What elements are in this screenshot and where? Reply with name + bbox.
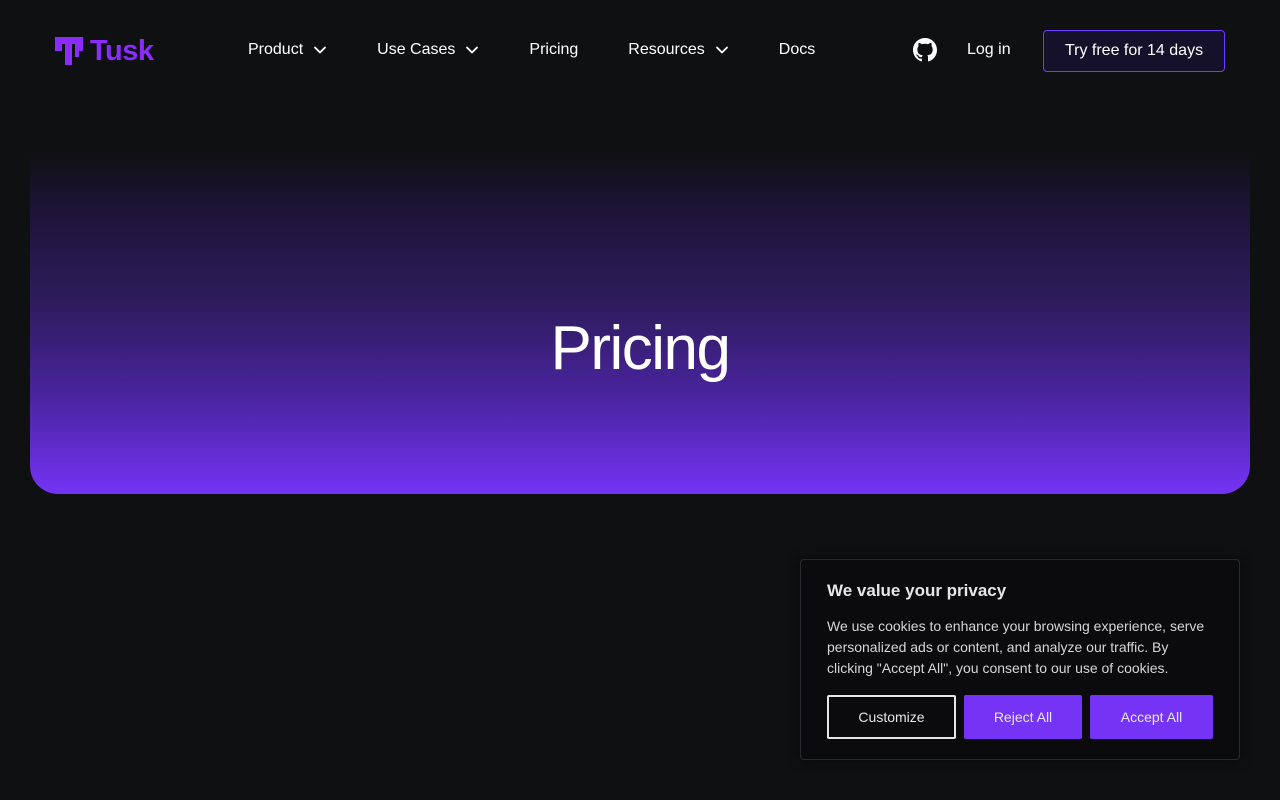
reject-all-button[interactable]: Reject All (964, 695, 1082, 739)
tusk-logo-icon (55, 37, 83, 65)
logo-link[interactable]: Tusk (55, 36, 154, 66)
nav-item-label: Use Cases (377, 41, 456, 58)
nav-item-product[interactable]: Product (248, 38, 327, 62)
chevron-down-icon (715, 46, 728, 54)
chevron-down-icon (314, 46, 327, 54)
site-header: Tusk Product Use Cases Pricing Resources… (0, 0, 1280, 100)
accept-all-button[interactable]: Accept All (1090, 695, 1213, 739)
nav-item-label: Pricing (529, 41, 579, 58)
cookie-consent-banner: We value your privacy We use cookies to … (800, 559, 1240, 760)
nav-item-label: Product (248, 41, 304, 58)
chevron-down-icon (466, 46, 479, 54)
nav-item-use-cases[interactable]: Use Cases (377, 38, 479, 62)
nav-item-label: Docs (778, 41, 816, 58)
nav-item-label: Resources (628, 41, 705, 58)
main-nav: Product Use Cases Pricing Resources Docs (248, 38, 815, 62)
nav-item-pricing[interactable]: Pricing (529, 38, 578, 62)
nav-item-docs[interactable]: Docs (779, 38, 815, 62)
pricing-hero: Pricing (30, 150, 1250, 494)
cookie-banner-actions: Customize Reject All Accept All (827, 695, 1213, 739)
logo-text: Tusk (90, 35, 154, 67)
cookie-banner-text: We use cookies to enhance your browsing … (827, 618, 1205, 676)
try-free-button[interactable]: Try free for 14 days (1043, 30, 1225, 72)
customize-button[interactable]: Customize (827, 695, 956, 739)
login-link[interactable]: Log in (967, 38, 1011, 62)
github-icon[interactable] (913, 38, 937, 62)
page-title: Pricing (550, 313, 731, 383)
cookie-banner-title: We value your privacy (827, 581, 1007, 600)
nav-item-resources[interactable]: Resources (628, 38, 728, 62)
